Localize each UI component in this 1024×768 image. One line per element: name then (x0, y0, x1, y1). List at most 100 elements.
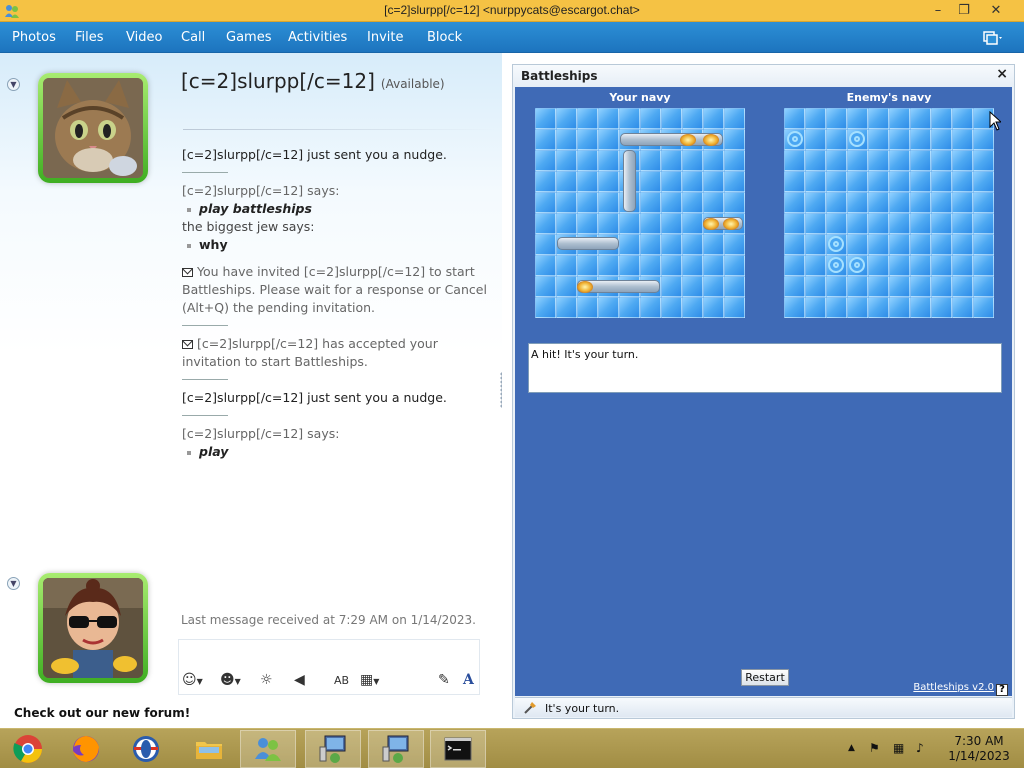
grid-cell[interactable] (784, 234, 805, 255)
forum-link[interactable]: Check out our new forum! (14, 706, 190, 720)
grid-cell[interactable] (847, 192, 868, 213)
emoticon-icon[interactable]: ☺▼ (182, 672, 203, 690)
menu-invite[interactable]: Invite (367, 30, 403, 45)
grid-cell[interactable] (973, 255, 994, 276)
wink-icon[interactable]: ☻▼ (220, 672, 241, 690)
grid-cell[interactable] (889, 213, 910, 234)
font-icon[interactable]: A (463, 672, 474, 690)
grid-cell[interactable] (826, 297, 847, 318)
grid-cell[interactable] (973, 171, 994, 192)
grid-cell[interactable] (868, 171, 889, 192)
grid-cell[interactable] (847, 234, 868, 255)
grid-cell[interactable] (952, 108, 973, 129)
grid-cell[interactable] (889, 171, 910, 192)
help-icon[interactable]: ? (996, 684, 1008, 696)
grid-cell[interactable] (847, 297, 868, 318)
close-game-icon[interactable]: × (996, 66, 1008, 82)
grid-cell[interactable] (889, 150, 910, 171)
grid-cell[interactable] (952, 276, 973, 297)
menu-call[interactable]: Call (181, 30, 205, 45)
grid-cell[interactable] (805, 129, 826, 150)
grid-cell[interactable] (868, 129, 889, 150)
font-style-icon[interactable]: AB (334, 674, 349, 692)
grid-cell[interactable] (847, 150, 868, 171)
grid-cell[interactable] (826, 108, 847, 129)
menu-photos[interactable]: Photos (12, 30, 56, 45)
options-menu-icon[interactable] (982, 30, 1004, 46)
grid-cell[interactable] (826, 213, 847, 234)
grid-cell[interactable] (952, 171, 973, 192)
grid-cell[interactable] (826, 276, 847, 297)
grid-cell[interactable] (931, 192, 952, 213)
menu-video[interactable]: Video (126, 30, 162, 45)
chrome-icon[interactable] (0, 730, 56, 768)
grid-cell[interactable] (868, 234, 889, 255)
grid-cell[interactable] (910, 108, 931, 129)
grid-cell[interactable] (784, 192, 805, 213)
nudge-icon[interactable]: ☼ (260, 672, 273, 690)
grid-cell[interactable] (826, 192, 847, 213)
backgrounds-icon[interactable]: ▦▼ (360, 672, 379, 690)
menu-block[interactable]: Block (427, 30, 462, 45)
grid-cell[interactable] (868, 276, 889, 297)
grid-cell[interactable] (910, 213, 931, 234)
grid-cell[interactable] (784, 171, 805, 192)
grid-cell[interactable] (910, 234, 931, 255)
grid-cell[interactable] (784, 213, 805, 234)
grid-cell[interactable] (910, 171, 931, 192)
grid-cell[interactable] (910, 192, 931, 213)
grid-cell[interactable] (868, 213, 889, 234)
grid-cell[interactable] (973, 276, 994, 297)
close-button[interactable]: ✕ (982, 0, 1010, 22)
grid-cell[interactable] (952, 213, 973, 234)
grid-cell[interactable] (931, 129, 952, 150)
grid-cell[interactable] (931, 150, 952, 171)
grid-cell[interactable] (889, 192, 910, 213)
grid-cell[interactable] (847, 213, 868, 234)
network-tray-icon[interactable]: ▦ (893, 741, 904, 755)
grid-cell[interactable] (931, 276, 952, 297)
grid-cell[interactable] (910, 150, 931, 171)
enemy-navy-grid[interactable] (784, 108, 994, 318)
maximize-button[interactable]: ❐ (950, 0, 978, 22)
grid-cell[interactable] (889, 129, 910, 150)
grid-cell[interactable] (931, 234, 952, 255)
grid-cell[interactable] (910, 276, 931, 297)
grid-cell[interactable] (931, 297, 952, 318)
grid-cell[interactable] (973, 234, 994, 255)
grid-cell[interactable] (847, 108, 868, 129)
grid-cell[interactable] (889, 108, 910, 129)
grid-cell[interactable] (889, 297, 910, 318)
grid-cell[interactable] (826, 171, 847, 192)
restart-button[interactable]: Restart (741, 669, 789, 686)
grid-cell[interactable] (784, 297, 805, 318)
collapse-self-icon[interactable]: ▼ (7, 577, 20, 590)
grid-cell[interactable] (973, 297, 994, 318)
grid-cell[interactable] (826, 150, 847, 171)
grid-cell[interactable] (847, 171, 868, 192)
grid-cell[interactable] (910, 255, 931, 276)
folder-icon[interactable] (181, 730, 237, 768)
grid-cell[interactable] (931, 255, 952, 276)
grid-cell[interactable] (889, 234, 910, 255)
volume-icon[interactable]: ♪ (916, 741, 924, 755)
grid-cell[interactable] (868, 108, 889, 129)
grid-cell[interactable] (805, 171, 826, 192)
grid-cell[interactable] (805, 234, 826, 255)
minimize-button[interactable]: – (924, 0, 952, 22)
grid-cell[interactable] (952, 150, 973, 171)
messenger-icon[interactable] (240, 730, 296, 768)
grid-cell[interactable] (952, 255, 973, 276)
grid-cell[interactable] (973, 192, 994, 213)
show-hidden-icons[interactable]: ▲ (848, 743, 855, 753)
grid-cell[interactable] (805, 276, 826, 297)
network-icon[interactable] (368, 730, 424, 768)
grid-cell[interactable] (805, 255, 826, 276)
self-avatar[interactable] (38, 573, 148, 683)
grid-cell[interactable] (784, 276, 805, 297)
grid-cell[interactable] (784, 108, 805, 129)
voice-clip-icon[interactable]: ◀ (294, 672, 305, 690)
grid-cell[interactable] (847, 276, 868, 297)
grid-cell[interactable] (952, 129, 973, 150)
grid-cell[interactable] (805, 108, 826, 129)
